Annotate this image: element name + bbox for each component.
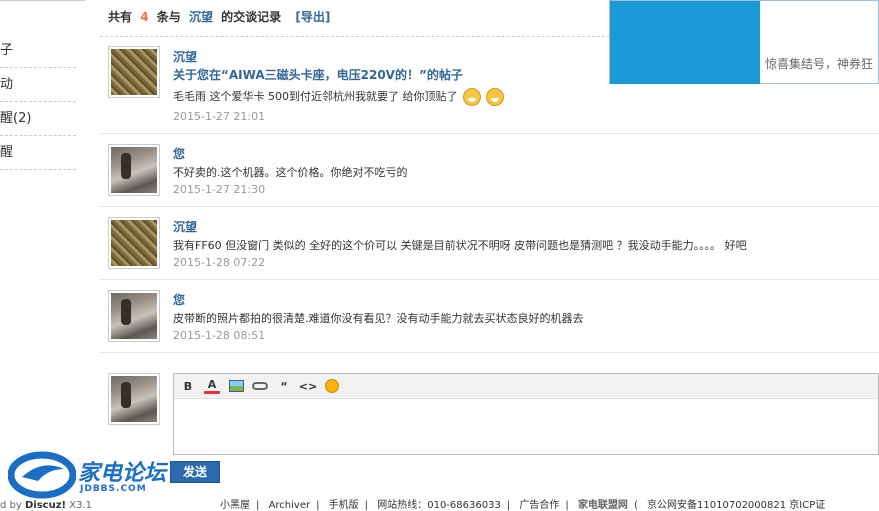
footer: d by Discuz! X3.1 小黑屋 | Archiver | 手机版 | 网站… bbox=[0, 500, 879, 511]
image-button[interactable] bbox=[228, 378, 244, 394]
message-body: 不好卖的.这个机器。这个价格。你绝对不吃亏的 bbox=[173, 166, 408, 179]
handshake-emoticon-icon bbox=[462, 88, 481, 106]
avatar-image bbox=[111, 220, 157, 266]
message-subject-link[interactable]: 关于您在“AIWA三磁头卡座，电压220V的！”的帖子 bbox=[173, 66, 463, 83]
footer-link-alliance[interactable]: 家电联盟网 bbox=[578, 500, 628, 511]
powered-prefix: d by bbox=[0, 500, 22, 511]
footer-links: 小黑屋 | Archiver | 手机版 | 网站热线：010-68636033 | 广… bbox=[220, 500, 826, 511]
smiley-icon bbox=[325, 379, 339, 393]
footer-link-mobile[interactable]: 手机版 bbox=[329, 500, 359, 511]
code-button[interactable]: <> bbox=[299, 378, 317, 394]
message-time: 2015-1-27 21:30 bbox=[173, 183, 266, 196]
sidebar-item-label: 子 bbox=[0, 43, 14, 58]
logo-swoosh-icon bbox=[8, 451, 76, 499]
message-text: 毛毛雨 这个爱华卡 500到付近邻杭州我就要了 给你顶贴了 bbox=[173, 90, 458, 103]
message-author[interactable]: 沉望 bbox=[173, 218, 197, 235]
message-time: 2015-1-28 07:22 bbox=[173, 256, 266, 269]
editor-toolbar: B A “ <> bbox=[174, 374, 878, 399]
avatar[interactable] bbox=[108, 144, 160, 196]
avatar-image bbox=[111, 376, 157, 422]
footer-hotline: 网站热线：010-68636033 bbox=[377, 500, 501, 511]
avatar-image bbox=[111, 49, 157, 95]
footer-link-blackroom[interactable]: 小黑屋 bbox=[220, 500, 250, 511]
left-sidebar: 子 动 醒(2) 醒 bbox=[0, 0, 85, 180]
powered-version: X3.1 bbox=[69, 500, 93, 511]
reply-textarea[interactable] bbox=[174, 399, 878, 454]
conversation-header: 共有 4 条与 沉望 的交谈记录 [导出] bbox=[108, 8, 330, 25]
sidebar-divider bbox=[0, 0, 85, 1]
message-body: 我有FF60 但没窗门 类似的 全好的这个价可以 关键是目前状况不明呀 皮带问题… bbox=[173, 239, 747, 252]
sidebar-item-label: 动 bbox=[0, 77, 14, 92]
message-count: 4 bbox=[140, 10, 149, 24]
footer-link-archiver[interactable]: Archiver bbox=[269, 500, 311, 511]
message-time: 2015-1-27 21:01 bbox=[173, 110, 266, 123]
sidebar-item-2[interactable]: 动 bbox=[0, 68, 76, 102]
font-color-button[interactable]: A bbox=[204, 378, 220, 394]
message-body: 毛毛雨 这个爱华卡 500到付近邻杭州我就要了 给你顶贴了 bbox=[173, 88, 505, 106]
message-item: 沉望 我有FF60 但没窗门 类似的 全好的这个价可以 关键是目前状况不明呀 皮… bbox=[100, 207, 879, 280]
message-time: 2015-1-28 08:51 bbox=[173, 329, 266, 342]
message-body: 皮带断的照片都拍的很清楚.难道你没有看见？没有动手能力就去买状态良好的机器去 bbox=[173, 312, 584, 325]
image-icon bbox=[228, 380, 244, 392]
message-author[interactable]: 您 bbox=[173, 291, 185, 308]
avatar[interactable] bbox=[108, 290, 160, 342]
header-mid: 条与 bbox=[156, 10, 181, 24]
conversation-username-link[interactable]: 沉望 bbox=[189, 10, 213, 24]
footer-icp[interactable]: 京公网安备11010702000821 京ICP证 bbox=[647, 500, 825, 511]
avatar[interactable] bbox=[108, 217, 160, 269]
avatar-image bbox=[111, 147, 157, 193]
message-item: 沉望 关于您在“AIWA三磁头卡座，电压220V的！”的帖子 毛毛雨 这个爱华卡… bbox=[100, 37, 879, 134]
header-suffix: 的交谈记录 bbox=[221, 10, 282, 24]
link-icon bbox=[252, 382, 268, 390]
sidebar-item-1[interactable]: 子 bbox=[0, 34, 76, 68]
message-item: 您 不好卖的.这个机器。这个价格。你绝对不吃亏的 2015-1-27 21:30 bbox=[100, 134, 879, 207]
grin-emoticon-icon bbox=[486, 88, 505, 106]
powered-brand[interactable]: Discuz! bbox=[25, 500, 66, 511]
logo-english-text: JDBBS.COM bbox=[80, 484, 147, 494]
sidebar-item-label: 醒(2) bbox=[0, 111, 32, 126]
footer-link-ads[interactable]: 广告合作 bbox=[519, 500, 559, 511]
avatar-image bbox=[111, 293, 157, 339]
emoticon-button[interactable] bbox=[324, 378, 340, 394]
site-logo[interactable]: 家电论坛 JDBBS.COM bbox=[8, 451, 198, 499]
bold-button[interactable]: B bbox=[180, 378, 196, 394]
message-author[interactable]: 沉望 bbox=[173, 48, 197, 65]
sidebar-item-4[interactable]: 醒 bbox=[0, 136, 76, 170]
avatar[interactable] bbox=[108, 46, 160, 98]
reply-editor: B A “ <> bbox=[173, 373, 879, 455]
reply-avatar bbox=[108, 373, 160, 425]
sidebar-item-3[interactable]: 醒(2) bbox=[0, 102, 76, 136]
logo-chinese-text: 家电论坛 bbox=[78, 461, 167, 486]
sidebar-item-label: 醒 bbox=[0, 145, 14, 160]
header-prefix: 共有 bbox=[108, 10, 133, 24]
link-button[interactable] bbox=[252, 378, 268, 394]
export-link[interactable]: [导出] bbox=[295, 10, 330, 24]
quote-button[interactable]: “ bbox=[276, 378, 292, 394]
message-item: 您 皮带断的照片都拍的很清楚.难道你没有看见？没有动手能力就去买状态良好的机器去… bbox=[100, 280, 879, 353]
message-author[interactable]: 您 bbox=[173, 145, 185, 162]
powered-by: d by Discuz! X3.1 bbox=[0, 500, 92, 511]
